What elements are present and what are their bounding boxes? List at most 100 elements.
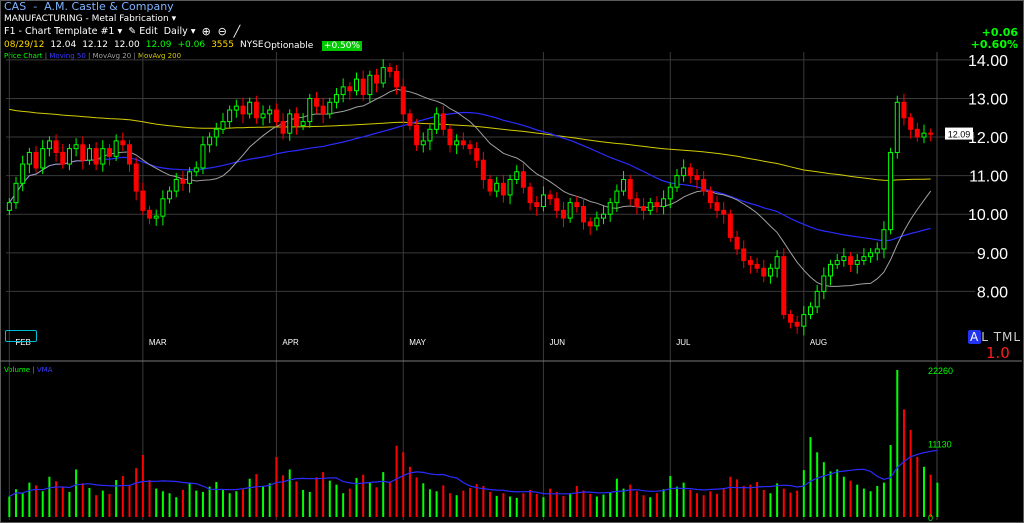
candle-body (727, 213, 733, 238)
volume-bar (902, 409, 905, 517)
volume-bar (575, 485, 578, 517)
candle-body (881, 229, 887, 250)
volume-bar (595, 496, 598, 517)
scale-value: 1.0 (986, 344, 1010, 362)
volume-bar (121, 476, 124, 517)
volume-bar (21, 493, 24, 517)
candle-body (187, 171, 193, 184)
volume-bar (889, 445, 892, 517)
candle-body (520, 171, 526, 188)
volume-bar (408, 466, 411, 517)
candle-body (527, 186, 533, 204)
volume-bar (448, 493, 451, 517)
volume-bar (262, 485, 265, 517)
volume-bar (869, 491, 872, 517)
month-label: MAR (149, 338, 167, 347)
volume-bar (215, 482, 218, 517)
candle-body (807, 306, 813, 316)
volume-bar (295, 481, 298, 517)
candle-body (707, 190, 713, 204)
volume-bar (635, 491, 638, 517)
candle-body (80, 144, 86, 161)
ma50-line (8, 111, 931, 242)
volume-bar (48, 476, 51, 517)
candle-body (86, 148, 92, 161)
candle-body (701, 178, 707, 192)
volume-bar (509, 496, 512, 517)
candle-body (494, 182, 500, 192)
volume-bar (922, 466, 925, 517)
volume-bar (442, 485, 445, 517)
candle-body (113, 140, 119, 157)
candle-body (540, 194, 546, 208)
candle-body (607, 202, 613, 215)
volume-bar (689, 489, 692, 517)
candle-body (594, 217, 600, 227)
candle-body (460, 140, 466, 146)
volume-bar (348, 488, 351, 517)
volume-bar (288, 469, 291, 517)
candle-body (908, 117, 914, 130)
volume-bar (141, 454, 144, 517)
altml-label[interactable]: AL TML (968, 330, 1021, 344)
volume-bar (335, 484, 338, 517)
candle-body (100, 148, 106, 165)
candle-body (667, 186, 673, 200)
chart-canvas[interactable]: 14.0013.0012.0011.0010.009.008.00FEB MAR A… (0, 0, 1024, 523)
price-axis-label: 11.00 (969, 169, 1008, 186)
price-axis-label: 14.00 (968, 53, 1008, 70)
month-label: JUN (549, 338, 565, 347)
candle-body (327, 101, 333, 115)
candle-body (260, 113, 266, 119)
volume-bar (428, 489, 431, 517)
candle-body (894, 101, 900, 153)
candle-body (868, 252, 874, 258)
candle-body (360, 78, 366, 96)
candle-body (627, 178, 633, 200)
candle-body (580, 206, 586, 223)
volume-bar (589, 493, 592, 517)
candle-body (380, 67, 386, 84)
volume-bar (475, 483, 478, 517)
candle-body (687, 167, 693, 177)
volume-bar (422, 483, 425, 517)
month-label: AUG (810, 338, 827, 347)
price-axis-label: 13.00 (968, 91, 1008, 108)
scroll-handle[interactable] (5, 330, 37, 342)
candle-body (33, 151, 39, 169)
candle-body (574, 202, 580, 208)
candle-body (567, 202, 573, 219)
candle-body (133, 163, 139, 192)
volume-bar (155, 488, 158, 517)
volume-bar (88, 487, 91, 517)
volume-bar (896, 370, 899, 517)
candle-body (480, 159, 486, 180)
candle-body (293, 113, 299, 126)
candle-body (888, 151, 894, 231)
volume-bar (181, 489, 184, 517)
candle-body (340, 86, 346, 96)
candle-body (53, 140, 59, 153)
volume-bar (248, 478, 251, 517)
candle-body (467, 144, 473, 150)
month-label: JUL (676, 338, 691, 347)
volume-bar (796, 490, 799, 517)
volume-bar (682, 482, 685, 517)
volume-bar (876, 485, 879, 517)
month-label: APR (282, 338, 299, 347)
candle-body (754, 263, 760, 269)
volume-bar (842, 476, 845, 517)
candle-body (427, 128, 433, 142)
candle-body (621, 178, 627, 192)
candle-body (193, 167, 199, 173)
volume-bar (68, 491, 71, 517)
volume-bar (495, 495, 498, 517)
candle-body (841, 256, 847, 262)
price-axis-label: 10.00 (968, 207, 1008, 224)
candle-body (300, 121, 306, 126)
candle-body (273, 109, 279, 123)
volume-bar (221, 489, 224, 517)
candle-body (220, 121, 226, 130)
month-label: MAY (409, 338, 426, 347)
candle-body (267, 109, 273, 115)
